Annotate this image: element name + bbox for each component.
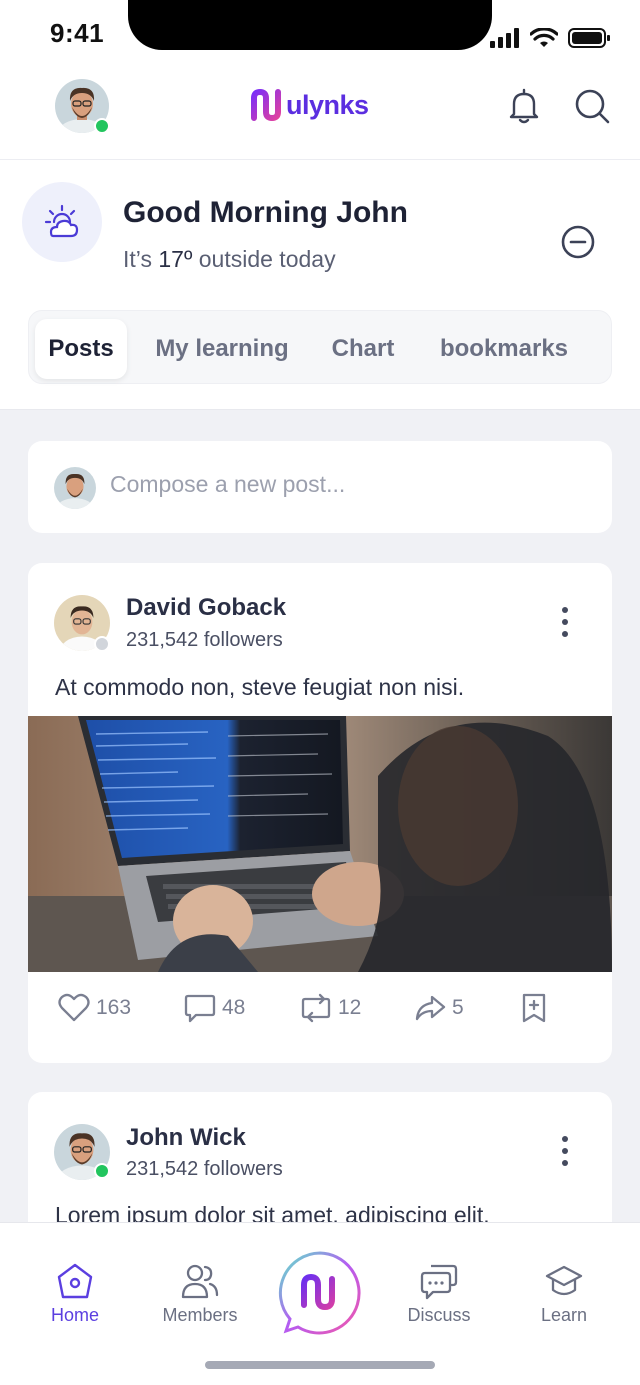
post-text: At commodo non, steve feugiat non nisi. xyxy=(55,674,465,700)
greeting-subtitle: It’s 17º outside today xyxy=(123,246,336,273)
nav-learn-label: Learn xyxy=(540,1305,588,1325)
status-bar: 9:41 xyxy=(0,0,640,66)
person-avatar-icon xyxy=(54,467,96,509)
share-arrow-icon xyxy=(415,995,446,1021)
logo-mark-icon xyxy=(251,88,281,122)
members-icon xyxy=(181,1264,219,1299)
post-image[interactable] xyxy=(28,716,612,972)
learn-icon xyxy=(545,1265,583,1296)
wifi-icon xyxy=(530,28,558,47)
status-time: 9:41 xyxy=(50,18,105,48)
greeting-section: Good Morning John It’s 17º outside today… xyxy=(0,160,640,410)
share-count: 5 xyxy=(452,996,464,1019)
repost-icon xyxy=(301,993,331,1023)
more-options-icon[interactable] xyxy=(550,602,580,642)
tab-posts[interactable]: Posts xyxy=(35,319,127,379)
nav-members[interactable]: Members xyxy=(150,1259,250,1326)
nav-learn[interactable]: Learn xyxy=(514,1259,614,1326)
repost-count: 12 xyxy=(338,996,362,1019)
search-icon[interactable] xyxy=(572,86,612,126)
greeting-subtitle-suffix: outside today xyxy=(192,246,336,272)
online-indicator xyxy=(94,118,110,134)
heart-icon xyxy=(58,993,90,1022)
nav-members-label: Members xyxy=(162,1305,238,1325)
signal-icon xyxy=(490,28,519,48)
repost-button[interactable]: 12 xyxy=(300,993,361,1023)
bookmark-add-icon xyxy=(522,993,546,1023)
online-indicator xyxy=(94,1163,110,1179)
bottom-navigation: Home Members Discuss Learn xyxy=(0,1222,640,1385)
post-card: David Goback 231,542 followers At commod… xyxy=(28,563,612,1063)
tab-bookmarks[interactable]: bookmarks xyxy=(431,319,577,379)
app-logo[interactable]: ulynks xyxy=(248,88,369,122)
top-navigation: ulynks xyxy=(0,66,640,160)
greeting-title: Good Morning John xyxy=(123,196,408,229)
nav-home-label: Home xyxy=(50,1305,99,1325)
tab-my-learning[interactable]: My learning xyxy=(147,319,297,379)
greeting-subtitle-prefix: It’s xyxy=(123,246,159,272)
post-author[interactable]: John Wick xyxy=(126,1124,246,1152)
tab-chart[interactable]: Chart xyxy=(321,319,405,379)
post-author[interactable]: David Goback xyxy=(126,594,286,622)
bookmark-button[interactable] xyxy=(520,993,548,1023)
nav-discuss-label: Discuss xyxy=(407,1305,471,1325)
comment-icon xyxy=(184,994,216,1023)
laptop-coding-photo xyxy=(28,716,612,972)
comment-count: 48 xyxy=(222,996,246,1019)
comment-button[interactable]: 48 xyxy=(184,993,245,1023)
share-button[interactable]: 5 xyxy=(414,993,464,1023)
like-count: 163 xyxy=(96,996,132,1019)
weather-badge xyxy=(22,182,102,262)
more-options-icon[interactable] xyxy=(550,1131,580,1171)
compose-input[interactable] xyxy=(110,471,570,498)
follower-count: 231,542 followers xyxy=(126,629,283,651)
like-button[interactable]: 163 xyxy=(58,993,131,1023)
offline-indicator xyxy=(94,636,110,652)
bell-icon[interactable] xyxy=(504,86,544,126)
discuss-icon xyxy=(420,1264,458,1300)
nav-home[interactable]: Home xyxy=(25,1259,125,1326)
battery-icon xyxy=(568,28,610,48)
nav-discuss[interactable]: Discuss xyxy=(389,1259,489,1326)
home-indicator[interactable] xyxy=(205,1361,435,1369)
device-notch xyxy=(128,0,492,50)
post-actions: 163 48 12 5 xyxy=(28,993,612,1033)
compose-avatar xyxy=(54,467,96,509)
logo-text: ulynks xyxy=(286,89,369,120)
create-post-fab[interactable] xyxy=(278,1251,362,1335)
status-icons xyxy=(490,28,610,48)
collapse-icon[interactable] xyxy=(560,224,596,260)
follower-count: 231,542 followers xyxy=(126,1158,283,1180)
home-icon xyxy=(57,1263,93,1299)
temperature-value: 17º xyxy=(158,246,193,272)
feed-tabs: Posts My learning Chart bookmarks xyxy=(28,310,612,384)
partly-cloudy-icon xyxy=(44,204,79,238)
compose-card xyxy=(28,441,612,533)
